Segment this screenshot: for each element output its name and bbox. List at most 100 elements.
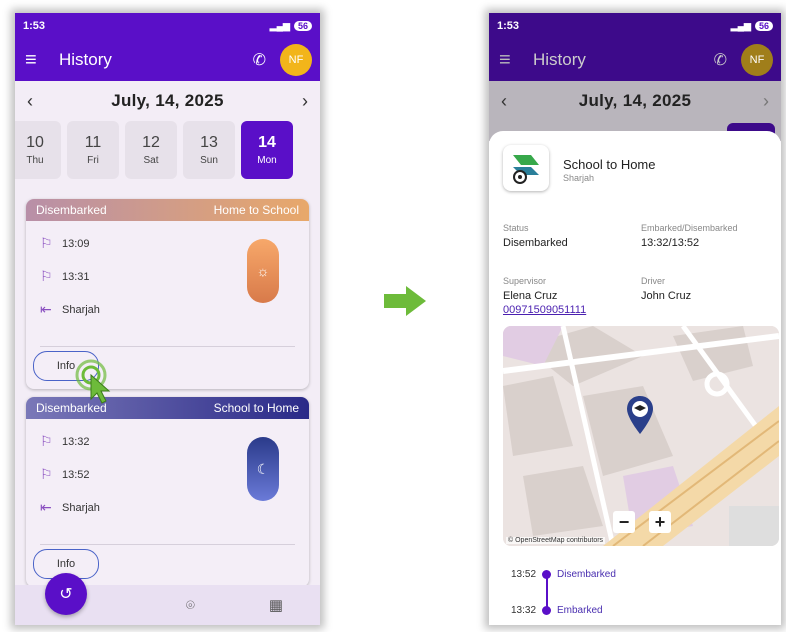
school-location-pin-icon [627,396,653,434]
history-fab[interactable]: ↺ [45,573,87,615]
signal-icon: ▂▄▆ [730,20,751,31]
current-date: July, 14, 2025 [111,91,224,110]
divider [40,544,295,545]
map-attribution[interactable]: © OpenStreetMap contributors [506,537,606,544]
zoom-in-button[interactable]: + [649,511,671,533]
page-title: History [59,50,112,69]
day-12[interactable]: 12 Sat [125,121,177,179]
sunrise-icon: ☼ [247,239,279,303]
driver-label: Driver [641,276,665,286]
timeline-event: Disembarked [557,569,616,580]
times-value: 13:32/13:52 [641,237,700,249]
trip-status: Disembarked [36,203,107,217]
app-bar: ≡ History ✆ NF [489,39,781,81]
status-bar: 1:53 ▂▄▆ 56 [15,13,320,39]
day-13[interactable]: 13 Sun [183,121,235,179]
signal-icon: ▂▄▆ [269,20,290,31]
next-month-icon[interactable]: › [749,91,769,112]
times-label: Embarked/Disembarked [641,223,738,233]
tap-cursor-icon [75,359,111,404]
status-value: Disembarked [503,237,568,249]
prev-month-icon[interactable]: ‹ [501,91,521,112]
day-strip: 10 Thu 11 Fri 12 Sat 13 Sun 14 Mon [15,121,320,179]
phone-screen-left: 1:53 ▂▄▆ 56 ≡ History ✆ NF ‹ July, 14, 2… [15,13,320,625]
current-date: July, 14, 2025 [578,91,692,110]
signpost-icon: ⇤ [40,499,52,515]
end-time: 13:52 [62,468,90,481]
route-location: Sharjah [563,173,595,183]
timeline-dot [542,606,551,615]
day-14-selected[interactable]: 14 Mon [241,121,293,179]
battery-badge: 56 [293,21,312,31]
trip-detail-sheet: School to Home Sharjah Status Disembarke… [489,131,781,625]
status-label: Status [503,223,529,233]
trip-card-header: Disembarked Home to School [26,199,309,221]
day-weekday: Mon [257,155,277,166]
app-bar: ≡ History ✆ NF [15,39,320,81]
day-number: 10 [26,134,44,151]
day-number: 14 [258,134,276,151]
signpost-icon: ⇤ [40,301,52,317]
divider [40,346,295,347]
trip-card-header: Disembarked School to Home [26,397,309,419]
menu-icon[interactable]: ≡ [25,49,49,72]
transition-arrow-icon [384,286,426,316]
day-weekday: Sun [200,155,218,166]
timeline-dot [542,570,551,579]
avatar[interactable]: NF [741,44,773,76]
route-logo [503,145,549,191]
day-number: 12 [142,134,160,151]
day-10[interactable]: 10 Thu [15,121,61,179]
date-navigator: ‹ July, 14, 2025 › [15,81,320,121]
school-bus-logo-icon [513,155,539,184]
driver-name: John Cruz [641,290,692,302]
day-weekday: Sat [143,155,159,166]
day-number: 13 [200,134,218,151]
timeline-time: 13:32 [511,605,537,616]
route-title: School to Home [563,157,656,172]
start-flag-icon: ⚐ [40,235,53,251]
trip-map[interactable]: − + © OpenStreetMap contributors [503,326,779,546]
next-month-icon[interactable]: › [288,91,308,112]
status-time: 1:53 [497,20,520,32]
timeline-event: Embarked [557,605,603,616]
status-icons: ▂▄▆ 56 [731,21,773,32]
end-time: 13:31 [62,270,90,283]
start-flag-icon: ⚐ [40,433,53,449]
zoom-out-button[interactable]: − [613,511,635,533]
night-cloud-icon: ☾ [247,437,279,501]
end-flag-icon: ⚐ [40,466,53,482]
phone-icon[interactable]: ✆ [253,50,266,70]
day-11[interactable]: 11 Fri [67,121,119,179]
phone-icon[interactable]: ✆ [714,50,727,70]
status-bar: 1:53 ▂▄▆ 56 [489,13,781,39]
location: Sharjah [62,303,100,316]
trip-route: Home to School [213,203,299,217]
location: Sharjah [62,501,100,514]
day-weekday: Fri [87,155,99,166]
status-icons: ▂▄▆ 56 [270,21,312,32]
supervisor-label: Supervisor [503,276,547,286]
trip-route: School to Home [213,401,299,415]
supervisor-name: Elena Cruz [503,290,558,302]
supervisor-phone-link[interactable]: 00971509051111 [503,304,586,316]
page-title: History [533,50,586,69]
trip-card-home-to-school: Disembarked Home to School ⚐ 13:09 ⚐ 13:31… [26,199,309,389]
location-pin-icon[interactable]: ⌾ [186,597,195,614]
date-navigator: ‹ July, 14, 2025 › [489,81,781,121]
phone-screen-right: 1:53 ▂▄▆ 56 ≡ History ✆ NF ‹ July, 14, 2… [489,13,781,625]
prev-month-icon[interactable]: ‹ [27,91,47,112]
menu-icon[interactable]: ≡ [499,49,523,72]
day-weekday: Thu [26,155,44,166]
timeline-time: 13:52 [511,569,537,580]
history-icon: ↺ [59,586,73,603]
map-tiles [503,326,779,546]
day-number: 11 [84,134,102,151]
end-flag-icon: ⚐ [40,268,53,284]
start-time: 13:09 [62,237,90,250]
avatar[interactable]: NF [280,44,312,76]
calendar-icon[interactable]: ▦ [269,596,283,614]
battery-badge: 56 [754,21,773,31]
start-time: 13:32 [62,435,90,448]
trip-card-school-to-home: Disembarked School to Home ⚐ 13:32 ⚐ 13:52… [26,397,309,587]
